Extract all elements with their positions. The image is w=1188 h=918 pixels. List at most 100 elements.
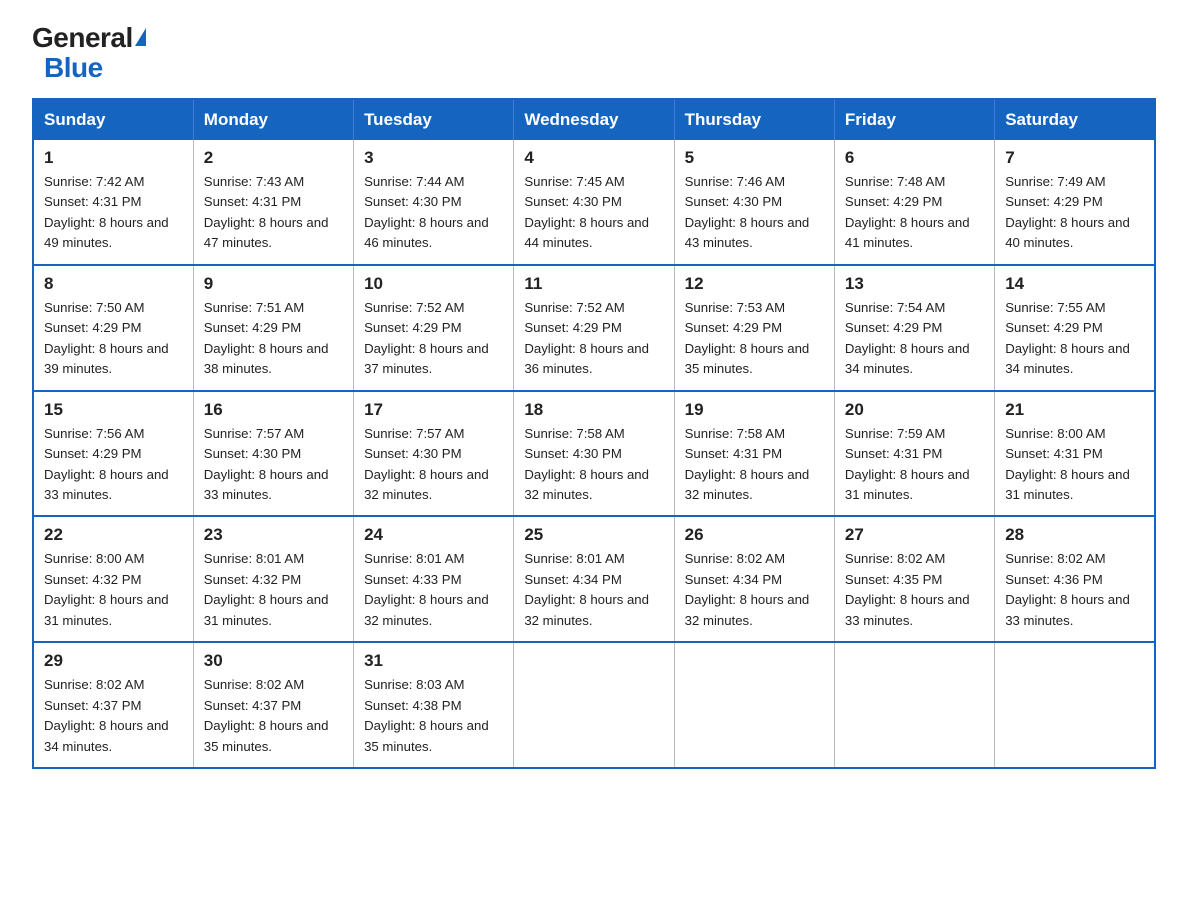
day-info: Sunrise: 7:45 AMSunset: 4:30 PMDaylight:… — [524, 172, 663, 254]
day-info: Sunrise: 7:59 AMSunset: 4:31 PMDaylight:… — [845, 424, 984, 506]
calendar-cell: 22 Sunrise: 8:00 AMSunset: 4:32 PMDaylig… — [33, 516, 193, 642]
day-number: 7 — [1005, 148, 1144, 168]
calendar-cell: 14 Sunrise: 7:55 AMSunset: 4:29 PMDaylig… — [995, 265, 1155, 391]
calendar-cell: 23 Sunrise: 8:01 AMSunset: 4:32 PMDaylig… — [193, 516, 353, 642]
day-number: 30 — [204, 651, 343, 671]
calendar-cell: 4 Sunrise: 7:45 AMSunset: 4:30 PMDayligh… — [514, 140, 674, 265]
calendar-table: SundayMondayTuesdayWednesdayThursdayFrid… — [32, 98, 1156, 769]
day-info: Sunrise: 8:03 AMSunset: 4:38 PMDaylight:… — [364, 675, 503, 757]
day-number: 10 — [364, 274, 503, 294]
weekday-thursday: Thursday — [674, 99, 834, 140]
day-info: Sunrise: 7:46 AMSunset: 4:30 PMDaylight:… — [685, 172, 824, 254]
day-number: 1 — [44, 148, 183, 168]
weekday-sunday: Sunday — [33, 99, 193, 140]
calendar-cell: 30 Sunrise: 8:02 AMSunset: 4:37 PMDaylig… — [193, 642, 353, 768]
day-number: 3 — [364, 148, 503, 168]
day-info: Sunrise: 8:02 AMSunset: 4:37 PMDaylight:… — [44, 675, 183, 757]
day-number: 16 — [204, 400, 343, 420]
page-header: General Blue — [32, 24, 1156, 82]
calendar-cell: 5 Sunrise: 7:46 AMSunset: 4:30 PMDayligh… — [674, 140, 834, 265]
day-info: Sunrise: 7:58 AMSunset: 4:31 PMDaylight:… — [685, 424, 824, 506]
calendar-cell: 10 Sunrise: 7:52 AMSunset: 4:29 PMDaylig… — [354, 265, 514, 391]
weekday-saturday: Saturday — [995, 99, 1155, 140]
calendar-week-1: 1 Sunrise: 7:42 AMSunset: 4:31 PMDayligh… — [33, 140, 1155, 265]
calendar-cell: 18 Sunrise: 7:58 AMSunset: 4:30 PMDaylig… — [514, 391, 674, 517]
calendar-cell: 27 Sunrise: 8:02 AMSunset: 4:35 PMDaylig… — [834, 516, 994, 642]
calendar-week-4: 22 Sunrise: 8:00 AMSunset: 4:32 PMDaylig… — [33, 516, 1155, 642]
day-number: 27 — [845, 525, 984, 545]
calendar-cell: 6 Sunrise: 7:48 AMSunset: 4:29 PMDayligh… — [834, 140, 994, 265]
logo: General Blue — [32, 24, 146, 82]
day-info: Sunrise: 7:57 AMSunset: 4:30 PMDaylight:… — [204, 424, 343, 506]
weekday-header-row: SundayMondayTuesdayWednesdayThursdayFrid… — [33, 99, 1155, 140]
day-info: Sunrise: 8:02 AMSunset: 4:36 PMDaylight:… — [1005, 549, 1144, 631]
day-number: 29 — [44, 651, 183, 671]
day-info: Sunrise: 7:57 AMSunset: 4:30 PMDaylight:… — [364, 424, 503, 506]
calendar-cell: 8 Sunrise: 7:50 AMSunset: 4:29 PMDayligh… — [33, 265, 193, 391]
day-info: Sunrise: 8:02 AMSunset: 4:37 PMDaylight:… — [204, 675, 343, 757]
day-info: Sunrise: 7:42 AMSunset: 4:31 PMDaylight:… — [44, 172, 183, 254]
day-info: Sunrise: 8:00 AMSunset: 4:32 PMDaylight:… — [44, 549, 183, 631]
day-number: 22 — [44, 525, 183, 545]
day-number: 11 — [524, 274, 663, 294]
logo-general-text: General — [32, 24, 146, 52]
weekday-tuesday: Tuesday — [354, 99, 514, 140]
day-info: Sunrise: 8:02 AMSunset: 4:34 PMDaylight:… — [685, 549, 824, 631]
calendar-cell: 15 Sunrise: 7:56 AMSunset: 4:29 PMDaylig… — [33, 391, 193, 517]
calendar-cell: 29 Sunrise: 8:02 AMSunset: 4:37 PMDaylig… — [33, 642, 193, 768]
day-number: 19 — [685, 400, 824, 420]
day-info: Sunrise: 8:01 AMSunset: 4:33 PMDaylight:… — [364, 549, 503, 631]
day-number: 14 — [1005, 274, 1144, 294]
day-info: Sunrise: 7:48 AMSunset: 4:29 PMDaylight:… — [845, 172, 984, 254]
day-number: 5 — [685, 148, 824, 168]
calendar-week-3: 15 Sunrise: 7:56 AMSunset: 4:29 PMDaylig… — [33, 391, 1155, 517]
day-info: Sunrise: 7:49 AMSunset: 4:29 PMDaylight:… — [1005, 172, 1144, 254]
day-number: 8 — [44, 274, 183, 294]
day-number: 25 — [524, 525, 663, 545]
calendar-cell — [834, 642, 994, 768]
day-info: Sunrise: 7:56 AMSunset: 4:29 PMDaylight:… — [44, 424, 183, 506]
day-info: Sunrise: 7:52 AMSunset: 4:29 PMDaylight:… — [524, 298, 663, 380]
day-number: 18 — [524, 400, 663, 420]
calendar-cell: 1 Sunrise: 7:42 AMSunset: 4:31 PMDayligh… — [33, 140, 193, 265]
weekday-wednesday: Wednesday — [514, 99, 674, 140]
calendar-cell — [995, 642, 1155, 768]
weekday-monday: Monday — [193, 99, 353, 140]
weekday-friday: Friday — [834, 99, 994, 140]
day-info: Sunrise: 7:43 AMSunset: 4:31 PMDaylight:… — [204, 172, 343, 254]
calendar-cell: 20 Sunrise: 7:59 AMSunset: 4:31 PMDaylig… — [834, 391, 994, 517]
logo-triangle-icon — [135, 28, 146, 46]
calendar-cell: 17 Sunrise: 7:57 AMSunset: 4:30 PMDaylig… — [354, 391, 514, 517]
calendar-cell: 28 Sunrise: 8:02 AMSunset: 4:36 PMDaylig… — [995, 516, 1155, 642]
day-number: 2 — [204, 148, 343, 168]
day-info: Sunrise: 7:53 AMSunset: 4:29 PMDaylight:… — [685, 298, 824, 380]
day-info: Sunrise: 8:01 AMSunset: 4:32 PMDaylight:… — [204, 549, 343, 631]
day-info: Sunrise: 7:44 AMSunset: 4:30 PMDaylight:… — [364, 172, 503, 254]
day-info: Sunrise: 7:58 AMSunset: 4:30 PMDaylight:… — [524, 424, 663, 506]
day-number: 31 — [364, 651, 503, 671]
calendar-cell: 21 Sunrise: 8:00 AMSunset: 4:31 PMDaylig… — [995, 391, 1155, 517]
day-info: Sunrise: 8:02 AMSunset: 4:35 PMDaylight:… — [845, 549, 984, 631]
day-info: Sunrise: 8:01 AMSunset: 4:34 PMDaylight:… — [524, 549, 663, 631]
day-number: 6 — [845, 148, 984, 168]
calendar-cell: 11 Sunrise: 7:52 AMSunset: 4:29 PMDaylig… — [514, 265, 674, 391]
calendar-cell: 16 Sunrise: 7:57 AMSunset: 4:30 PMDaylig… — [193, 391, 353, 517]
day-number: 4 — [524, 148, 663, 168]
day-number: 13 — [845, 274, 984, 294]
day-info: Sunrise: 7:55 AMSunset: 4:29 PMDaylight:… — [1005, 298, 1144, 380]
day-info: Sunrise: 8:00 AMSunset: 4:31 PMDaylight:… — [1005, 424, 1144, 506]
calendar-cell: 9 Sunrise: 7:51 AMSunset: 4:29 PMDayligh… — [193, 265, 353, 391]
calendar-body: 1 Sunrise: 7:42 AMSunset: 4:31 PMDayligh… — [33, 140, 1155, 768]
day-info: Sunrise: 7:52 AMSunset: 4:29 PMDaylight:… — [364, 298, 503, 380]
day-number: 26 — [685, 525, 824, 545]
logo-blue-text: Blue — [44, 54, 103, 82]
calendar-cell — [674, 642, 834, 768]
day-info: Sunrise: 7:50 AMSunset: 4:29 PMDaylight:… — [44, 298, 183, 380]
calendar-cell: 19 Sunrise: 7:58 AMSunset: 4:31 PMDaylig… — [674, 391, 834, 517]
calendar-cell: 2 Sunrise: 7:43 AMSunset: 4:31 PMDayligh… — [193, 140, 353, 265]
calendar-cell: 12 Sunrise: 7:53 AMSunset: 4:29 PMDaylig… — [674, 265, 834, 391]
day-info: Sunrise: 7:54 AMSunset: 4:29 PMDaylight:… — [845, 298, 984, 380]
calendar-cell: 26 Sunrise: 8:02 AMSunset: 4:34 PMDaylig… — [674, 516, 834, 642]
day-number: 12 — [685, 274, 824, 294]
calendar-cell: 7 Sunrise: 7:49 AMSunset: 4:29 PMDayligh… — [995, 140, 1155, 265]
